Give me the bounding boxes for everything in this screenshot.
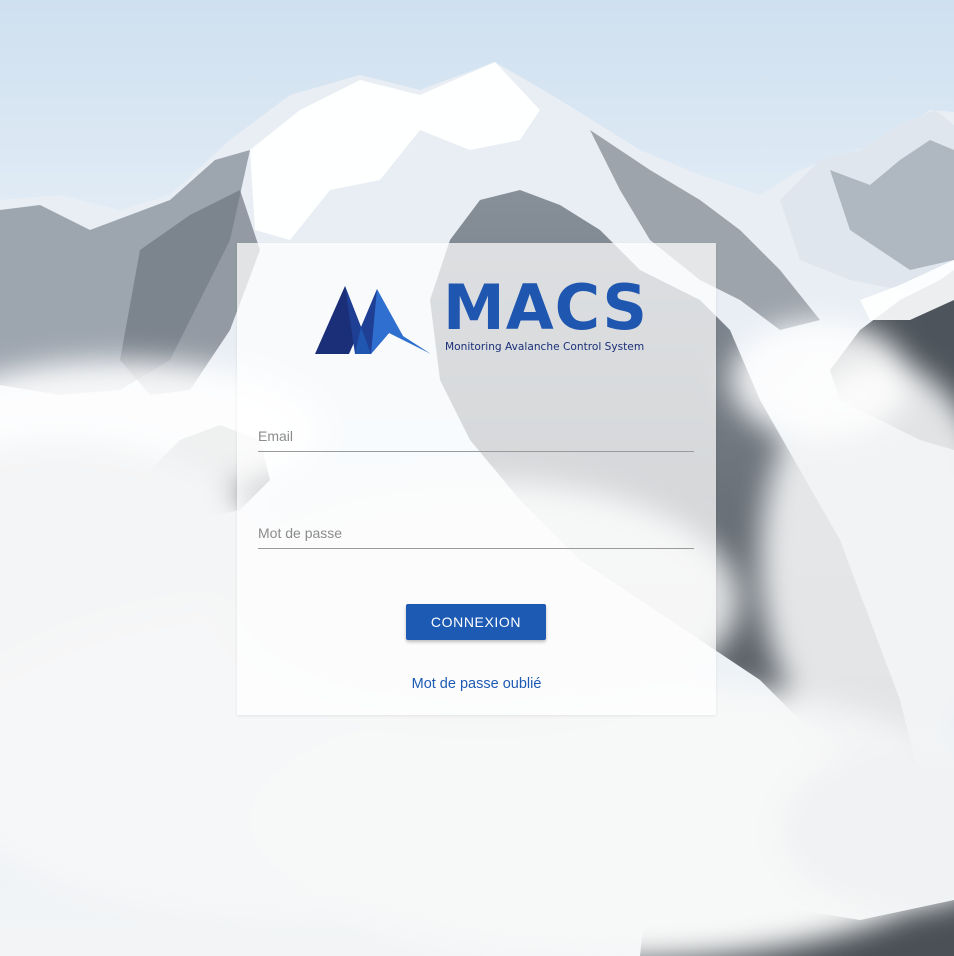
brand-logo: MACS Monitoring Avalanche Control System: [315, 277, 647, 359]
email-input[interactable]: [258, 421, 694, 451]
login-card: MACS Monitoring Avalanche Control System…: [237, 243, 716, 715]
password-field-container: [258, 518, 694, 549]
password-input[interactable]: [258, 518, 694, 548]
mountain-icon: [315, 286, 431, 354]
login-button[interactable]: CONNEXION: [406, 604, 546, 640]
forgot-password-link[interactable]: Mot de passe oublié: [237, 676, 716, 692]
email-field-container: [258, 421, 694, 452]
brand-subtitle: Monitoring Avalanche Control System: [445, 341, 645, 353]
brand-title: MACS: [443, 271, 648, 344]
